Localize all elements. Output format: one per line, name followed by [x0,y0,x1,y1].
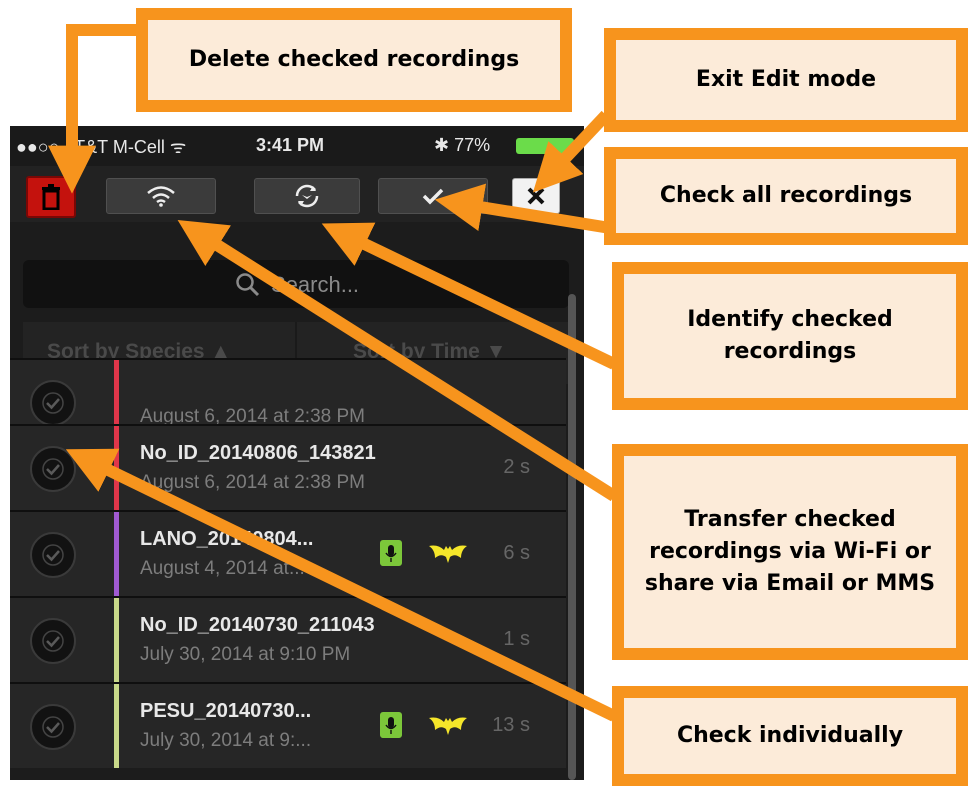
callout-exit-edit: Exit Edit mode [604,28,968,132]
callout-transfer: Transfer checked recordings via Wi-Fi or… [612,444,968,660]
callout-check-all: Check all recordings [604,147,968,245]
arrow-exit [532,110,611,193]
callout-delete: Delete checked recordings [136,8,572,112]
arrow-delete [48,24,136,194]
callout-check-individually: Check individually [612,686,968,786]
callout-identify: Identify checked recordings [612,262,968,410]
arrow-check-individually [65,448,617,722]
arrow-identify [321,222,617,370]
arrow-transfer [177,220,618,502]
arrow-check-all [434,183,611,234]
